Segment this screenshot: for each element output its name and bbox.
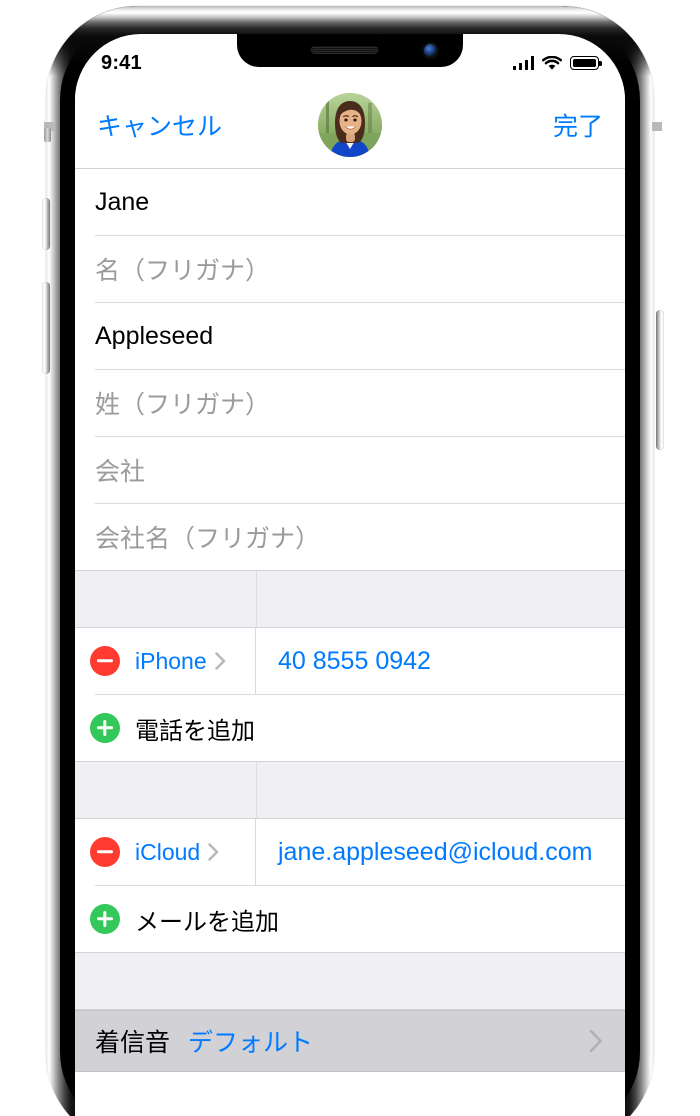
battery-icon bbox=[570, 56, 602, 70]
list-tail bbox=[75, 1072, 625, 1112]
cancel-button[interactable]: キャンセル bbox=[97, 107, 222, 143]
plus-circle-icon bbox=[90, 713, 120, 743]
battery-fill bbox=[572, 58, 597, 68]
ringtone-value: デフォルト bbox=[188, 1029, 314, 1057]
chevron-right-icon bbox=[214, 652, 225, 670]
phone-screen: 9:41 キャンセル 完了 Jane 名（フリガナ） Appleseed 姓（フ… bbox=[75, 34, 625, 1116]
avatar[interactable] bbox=[318, 93, 382, 157]
add-phone-button[interactable] bbox=[75, 695, 135, 761]
volume-down-button[interactable] bbox=[42, 282, 50, 374]
last-name-field[interactable]: Appleseed bbox=[75, 303, 625, 369]
navigation-bar: キャンセル 完了 bbox=[75, 82, 625, 168]
email-value-field[interactable]: jane.appleseed@icloud.com bbox=[256, 819, 625, 885]
status-bar-indicators bbox=[512, 55, 602, 71]
section-gap bbox=[75, 570, 625, 628]
screenshot-stage: 9:41 キャンセル 完了 Jane 名（フリガナ） Appleseed 姓（フ… bbox=[0, 0, 700, 1116]
add-email-label: メールを追加 bbox=[135, 908, 279, 936]
wifi-icon bbox=[542, 55, 562, 71]
contact-edit-form: Jane 名（フリガナ） Appleseed 姓（フリガナ） 会社 会社名（フリ… bbox=[75, 168, 625, 1116]
minus-circle-icon bbox=[90, 646, 120, 676]
company-field[interactable]: 会社 bbox=[75, 437, 625, 503]
last-name-phonetic-field[interactable]: 姓（フリガナ） bbox=[75, 370, 625, 436]
section-gap bbox=[75, 952, 625, 1010]
remove-email-button[interactable] bbox=[75, 819, 135, 885]
company-phonetic-field[interactable]: 会社名（フリガナ） bbox=[75, 504, 625, 570]
email-label: iCloud bbox=[135, 838, 201, 865]
section-gap bbox=[75, 761, 625, 819]
minus-circle-icon bbox=[90, 837, 120, 867]
side-power-button[interactable] bbox=[656, 310, 664, 450]
phone-value-field[interactable]: 40 8555 0942 bbox=[256, 628, 625, 694]
add-phone-row[interactable]: 電話を追加 bbox=[75, 695, 625, 761]
email-label-button[interactable]: iCloud bbox=[135, 819, 256, 885]
add-email-button[interactable] bbox=[75, 886, 135, 952]
add-phone-label: 電話を追加 bbox=[135, 717, 255, 745]
phone-label: iPhone bbox=[135, 647, 207, 674]
remove-phone-button[interactable] bbox=[75, 628, 135, 694]
antenna-band-right bbox=[652, 122, 662, 131]
ringtone-title: 着信音 bbox=[95, 1029, 171, 1057]
front-camera-icon bbox=[424, 44, 437, 57]
plus-circle-icon bbox=[90, 904, 120, 934]
first-name-phonetic-field[interactable]: 名（フリガナ） bbox=[75, 236, 625, 302]
phone-label-button[interactable]: iPhone bbox=[135, 628, 256, 694]
chevron-right-icon bbox=[208, 843, 219, 861]
status-bar-clock: 9:41 bbox=[101, 51, 142, 74]
first-name-field[interactable]: Jane bbox=[75, 169, 625, 235]
volume-up-button[interactable] bbox=[42, 198, 50, 250]
add-email-row[interactable]: メールを追加 bbox=[75, 886, 625, 952]
phone-entry-row: iPhone 40 8555 0942 bbox=[75, 628, 625, 694]
done-button[interactable]: 完了 bbox=[553, 107, 603, 143]
display-notch bbox=[237, 34, 463, 67]
email-entry-row: iCloud jane.appleseed@icloud.com bbox=[75, 819, 625, 885]
mute-switch[interactable] bbox=[44, 128, 51, 142]
cellular-signal-icon bbox=[512, 56, 534, 70]
earpiece-speaker-icon bbox=[310, 46, 379, 54]
chevron-right-icon bbox=[589, 1029, 602, 1053]
ringtone-row[interactable]: 着信音 デフォルト bbox=[75, 1010, 625, 1072]
